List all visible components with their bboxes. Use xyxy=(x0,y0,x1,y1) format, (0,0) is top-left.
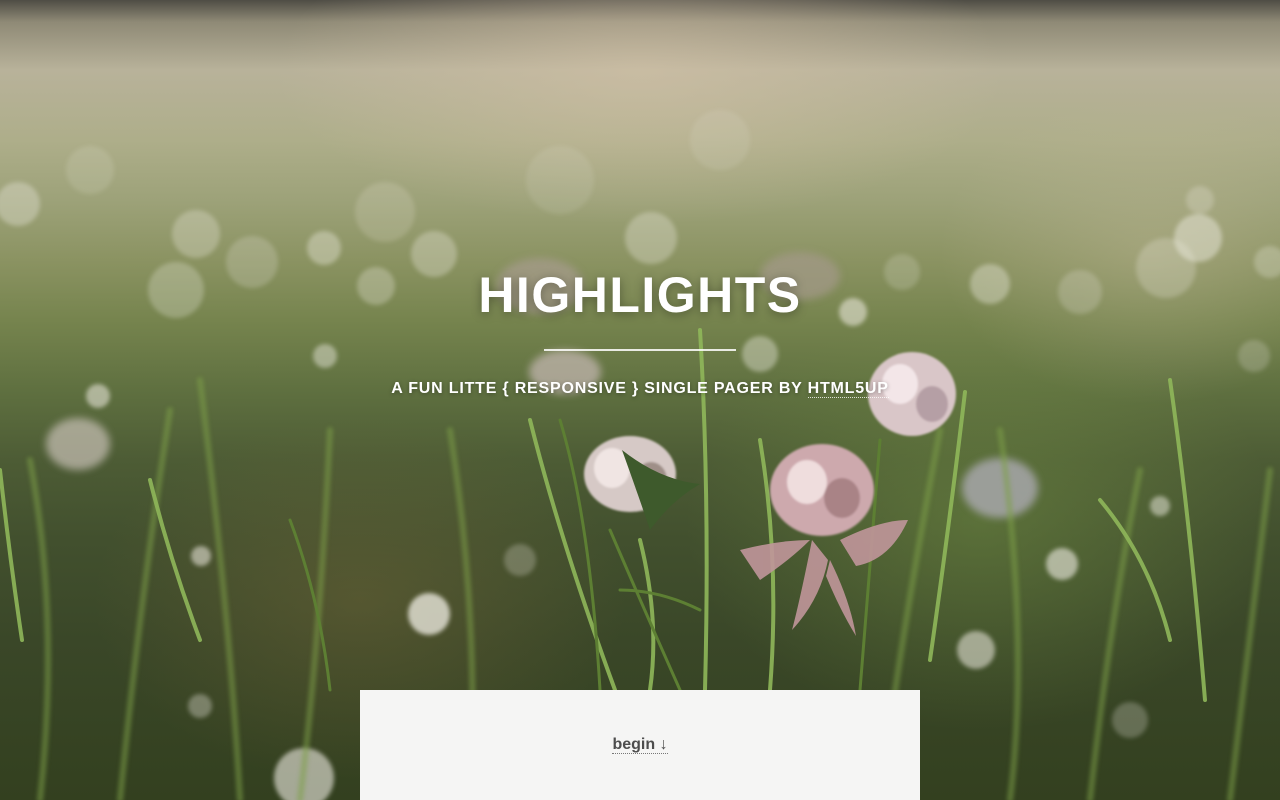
subtitle-text: A FUN LITTE { RESPONSIVE } SINGLE PAGER … xyxy=(391,380,803,397)
begin-row: begin ↓ xyxy=(360,734,920,756)
page-subtitle: A FUN LITTE { RESPONSIVE } SINGLE PAGER … xyxy=(0,378,1280,400)
begin-label: begin xyxy=(612,736,656,753)
arrow-down-icon: ↓ xyxy=(659,736,668,753)
grass-and-clover-scene xyxy=(0,110,1280,800)
page-title: HIGHLIGHTS xyxy=(478,267,802,323)
title-divider xyxy=(544,349,736,351)
intro-panel: begin ↓ xyxy=(360,690,920,800)
begin-link[interactable]: begin ↓ xyxy=(612,736,668,754)
html5up-link[interactable]: HTML5UP xyxy=(807,380,889,398)
page: HIGHLIGHTS A FUN LITTE { RESPONSIVE } SI… xyxy=(0,0,1280,800)
